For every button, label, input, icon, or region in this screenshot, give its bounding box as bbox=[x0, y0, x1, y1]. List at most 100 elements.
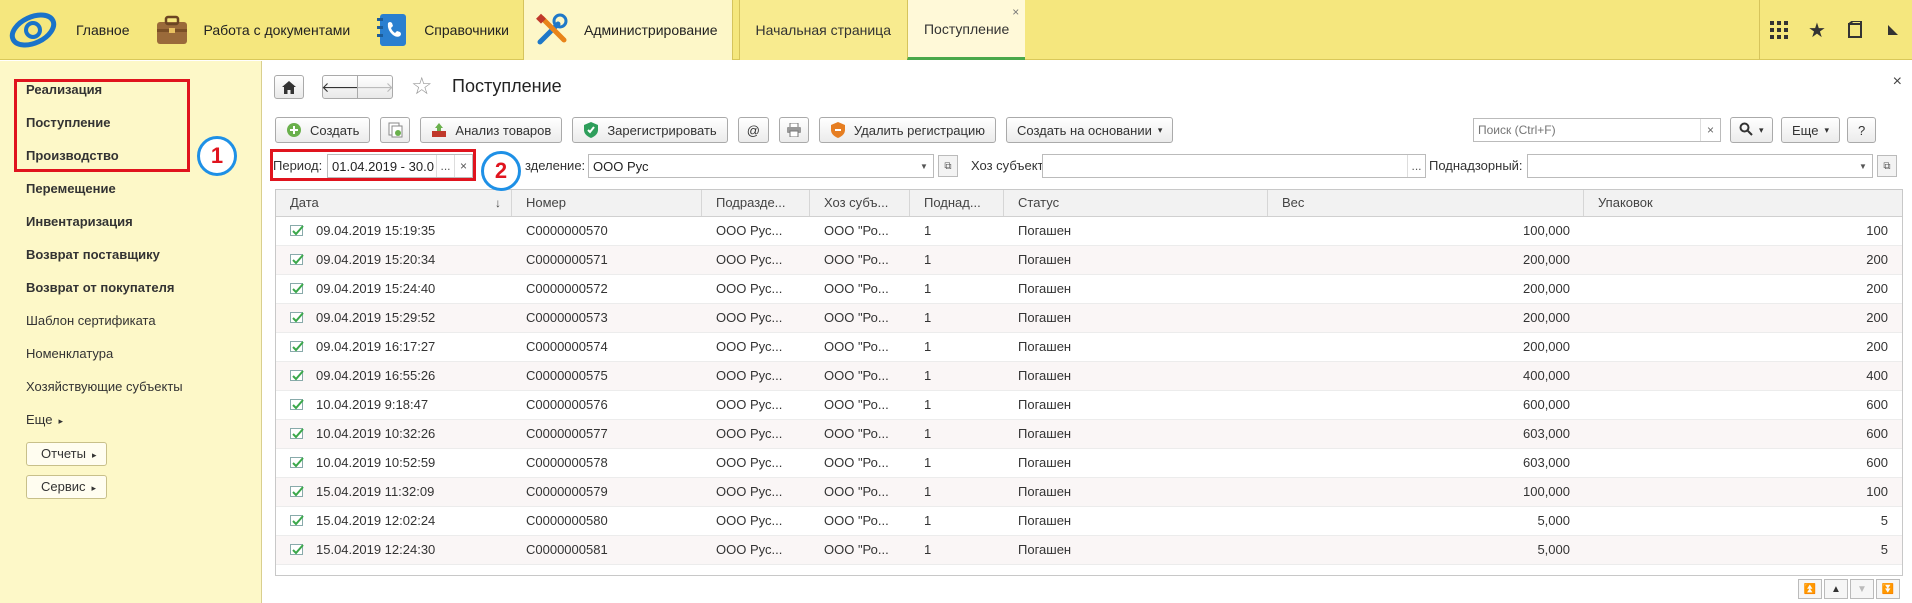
column-header-date[interactable]: Дата ↓ bbox=[276, 190, 512, 216]
nav-item-transfer[interactable]: Перемещение bbox=[26, 172, 261, 205]
tab-receipt-label: Поступление bbox=[923, 20, 1010, 37]
window-menu-icon[interactable] bbox=[1874, 0, 1912, 60]
goods-analysis-button[interactable]: Анализ товаров bbox=[420, 117, 563, 143]
division-field[interactable]: ООО Рус ▼ bbox=[588, 154, 934, 178]
section-main[interactable]: Главное bbox=[66, 0, 144, 60]
division-open-icon[interactable]: ⧉ bbox=[938, 155, 958, 177]
forward-button[interactable]: 🡒 bbox=[356, 75, 394, 99]
scroll-up-icon[interactable]: ▲ bbox=[1824, 579, 1848, 599]
home-button[interactable] bbox=[274, 75, 304, 99]
supervised-open-icon[interactable]: ⧉ bbox=[1877, 155, 1897, 177]
caret-down-icon: ▾ bbox=[1824, 124, 1829, 135]
cell-supervised: 1 bbox=[924, 484, 932, 499]
nav-item-certificate-template[interactable]: Шаблон сертификата bbox=[26, 304, 261, 337]
list-pager: ⏫ ▲ ▼ ⏬ bbox=[1798, 579, 1900, 599]
section-catalogs[interactable]: Справочники bbox=[364, 0, 523, 60]
nav-item-business-entities[interactable]: Хозяйствующие субъекты bbox=[26, 370, 261, 403]
table-row[interactable]: 10.04.2019 9:18:47 С0000000576 ООО Рус... О… bbox=[276, 391, 1902, 420]
create-based-on-button[interactable]: Создать на основании ▾ bbox=[1006, 117, 1174, 143]
dropdown-arrow-icon[interactable]: ▼ bbox=[915, 155, 933, 177]
close-form-icon[interactable]: × bbox=[1893, 73, 1902, 91]
tab-home-page[interactable]: Начальная страница bbox=[738, 0, 907, 60]
printer-icon bbox=[786, 122, 802, 138]
table-row[interactable]: 09.04.2019 15:29:52 С0000000573 ООО Рус...… bbox=[276, 304, 1902, 333]
nav-item-nomenclature[interactable]: Номенклатура bbox=[26, 337, 261, 370]
cell-number: С0000000572 bbox=[526, 281, 608, 296]
table-row[interactable]: 09.04.2019 16:55:26 С0000000575 ООО Рус...… bbox=[276, 362, 1902, 391]
cell-weight: 100,000 bbox=[1523, 223, 1570, 238]
more-actions-button[interactable]: Еще ▾ bbox=[1781, 117, 1840, 143]
business-subject-select-button[interactable]: ... bbox=[1407, 155, 1425, 177]
table-row[interactable]: 09.04.2019 15:19:35 С0000000570 ООО Рус...… bbox=[276, 217, 1902, 246]
tab-receipt[interactable]: Поступление × bbox=[906, 0, 1026, 60]
cell-status: Погашен bbox=[1018, 397, 1072, 412]
cell-packages: 5 bbox=[1880, 542, 1888, 557]
cell-division: ООО Рус... bbox=[716, 252, 783, 267]
dropdown-arrow-icon[interactable]: ▼ bbox=[1854, 155, 1872, 177]
scroll-down-icon[interactable]: ▼ bbox=[1850, 579, 1874, 599]
search-input[interactable] bbox=[1474, 119, 1700, 141]
cell-status: Погашен bbox=[1018, 542, 1072, 557]
close-tab-icon[interactable]: × bbox=[1012, 5, 1019, 19]
table-row[interactable]: 09.04.2019 16:17:27 С0000000574 ООО Рус...… bbox=[276, 333, 1902, 362]
command-bar: Создать Анализ товаров Зарегистрировать … bbox=[275, 117, 1174, 143]
table-row[interactable]: 09.04.2019 15:24:40 С0000000572 ООО Рус...… bbox=[276, 275, 1902, 304]
table-header: Дата ↓ Номер Подразде... Хоз субъ... Подн… bbox=[276, 190, 1902, 217]
cell-date-text: 15.04.2019 12:02:24 bbox=[316, 513, 436, 528]
table-row[interactable]: 10.04.2019 10:32:26 С0000000577 ООО Рус...… bbox=[276, 420, 1902, 449]
column-header-division[interactable]: Подразде... bbox=[702, 190, 810, 216]
goods-analysis-button-label: Анализ товаров bbox=[455, 122, 552, 138]
search-options-button[interactable]: ▾ bbox=[1730, 117, 1773, 143]
supervised-field[interactable]: ▼ bbox=[1527, 154, 1873, 178]
copy-button[interactable] bbox=[380, 117, 411, 143]
scroll-top-icon[interactable]: ⏫ bbox=[1798, 579, 1822, 599]
business-subject-label: Хоз субъект: bbox=[971, 158, 1048, 173]
column-header-status[interactable]: Статус bbox=[1004, 190, 1268, 216]
print-button[interactable] bbox=[778, 117, 809, 143]
nav-item-inventory[interactable]: Инвентаризация bbox=[26, 205, 261, 238]
app-logo-icon bbox=[9, 12, 57, 48]
business-subject-field[interactable]: ... bbox=[1042, 154, 1426, 178]
cell-number: С0000000581 bbox=[526, 542, 608, 557]
column-header-subject[interactable]: Хоз субъ... bbox=[810, 190, 910, 216]
column-header-weight[interactable]: Вес bbox=[1268, 190, 1584, 216]
nav-item-return-from-customer[interactable]: Возврат от покупателя bbox=[26, 271, 261, 304]
app-logo[interactable] bbox=[0, 0, 66, 60]
column-header-packages[interactable]: Упаковок bbox=[1584, 190, 1902, 216]
back-button[interactable]: 🡐 bbox=[321, 75, 359, 99]
nav-more[interactable]: Еще ▸ bbox=[26, 403, 261, 436]
column-header-supervised[interactable]: Поднад... bbox=[910, 190, 1004, 216]
register-button[interactable]: Зарегистрировать bbox=[572, 117, 728, 143]
service-button[interactable]: Сервис ▸ bbox=[26, 475, 108, 499]
table-row[interactable]: 10.04.2019 10:52:59 С0000000578 ООО Рус...… bbox=[276, 449, 1902, 478]
table-row[interactable]: 09.04.2019 15:20:34 С0000000571 ООО Рус...… bbox=[276, 246, 1902, 275]
favorites-star-icon[interactable]: ★ bbox=[1798, 0, 1836, 60]
cell-date-text: 15.04.2019 11:32:09 bbox=[316, 484, 435, 499]
reports-button[interactable]: Отчеты ▸ bbox=[26, 442, 108, 466]
plus-circle-icon bbox=[286, 122, 302, 138]
section-documents[interactable]: Работа с документами bbox=[144, 0, 365, 60]
help-button[interactable]: ? bbox=[1847, 117, 1877, 143]
apps-grid-icon[interactable] bbox=[1760, 0, 1798, 60]
cell-date-text: 09.04.2019 15:20:34 bbox=[316, 252, 436, 267]
table-row[interactable]: 15.04.2019 11:32:09 С0000000579 ООО Рус...… bbox=[276, 478, 1902, 507]
arrow-left-icon: 🡐 bbox=[321, 78, 359, 95]
history-icon[interactable] bbox=[1836, 0, 1874, 60]
create-button[interactable]: Создать bbox=[275, 117, 371, 143]
register-button-label: Зарегистрировать bbox=[607, 122, 717, 138]
cell-date: 10.04.2019 10:52:59 bbox=[276, 449, 512, 477]
posted-document-icon bbox=[290, 282, 304, 294]
nav-item-return-to-supplier[interactable]: Возврат поставщику bbox=[26, 238, 261, 271]
section-administration[interactable]: Администрирование bbox=[523, 0, 733, 60]
delete-registration-button[interactable]: Удалить регистрацию bbox=[818, 117, 996, 143]
column-header-number[interactable]: Номер bbox=[512, 190, 702, 216]
add-to-favorites-star-icon[interactable]: ☆ bbox=[411, 72, 433, 101]
scroll-bottom-icon[interactable]: ⏬ bbox=[1876, 579, 1900, 599]
table-row[interactable]: 15.04.2019 12:24:30 С0000000581 ООО Рус...… bbox=[276, 536, 1902, 565]
more-actions-button-label: Еще bbox=[1792, 122, 1819, 138]
clear-search-icon[interactable]: × bbox=[1700, 119, 1720, 141]
annotation-marker-1: 1 bbox=[197, 136, 237, 176]
division-label: зделение: bbox=[525, 158, 586, 173]
email-button[interactable]: @ bbox=[737, 117, 769, 143]
table-row[interactable]: 15.04.2019 12:02:24 С0000000580 ООО Рус...… bbox=[276, 507, 1902, 536]
